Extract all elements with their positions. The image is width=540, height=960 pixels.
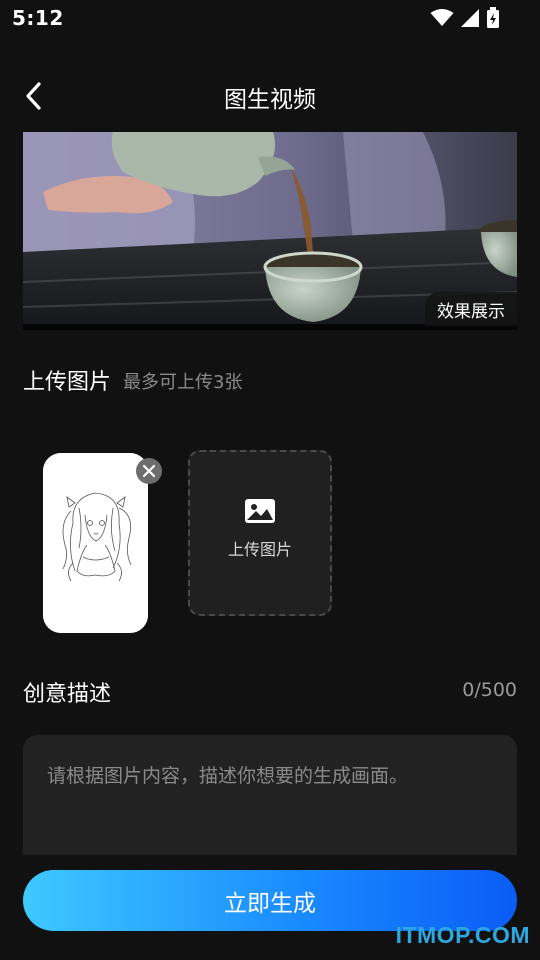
status-bar: 5:12 bbox=[0, 0, 540, 36]
description-input[interactable] bbox=[47, 761, 493, 821]
app-header: 图生视频 bbox=[0, 60, 540, 130]
cell-signal-icon bbox=[461, 9, 479, 27]
page-title: 图生视频 bbox=[224, 87, 316, 113]
description-input-container bbox=[23, 735, 517, 855]
add-image-label: 上传图片 bbox=[227, 540, 292, 559]
remove-image-button[interactable] bbox=[136, 458, 162, 484]
status-time: 5:12 bbox=[12, 6, 64, 30]
status-icons bbox=[430, 7, 500, 29]
image-icon bbox=[245, 499, 275, 523]
effect-preview-video[interactable]: 效果展示 bbox=[23, 132, 517, 330]
site-watermark: ITMOP.COM bbox=[395, 922, 530, 948]
battery-charging-icon bbox=[487, 7, 499, 28]
effect-preview-badge: 效果展示 bbox=[425, 292, 517, 326]
upload-limit-hint: 最多可上传3张 bbox=[123, 372, 243, 393]
description-char-counter: 0/500 bbox=[462, 679, 517, 701]
wifi-icon bbox=[430, 9, 454, 26]
close-icon bbox=[142, 464, 156, 478]
add-image-button[interactable]: 上传图片 bbox=[188, 450, 332, 616]
anime-sketch-image bbox=[43, 453, 148, 633]
description-section-title: 创意描述 bbox=[23, 682, 112, 707]
upload-section-title: 上传图片 bbox=[23, 370, 112, 395]
uploaded-image-thumbnail[interactable] bbox=[43, 453, 148, 633]
